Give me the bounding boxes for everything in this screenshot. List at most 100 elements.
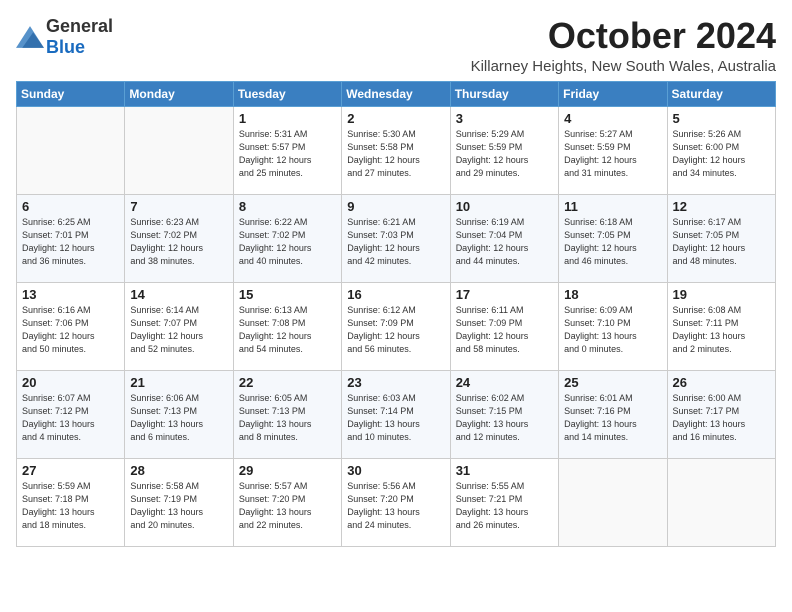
calendar-cell: 13 Sunrise: 6:16 AM Sunset: 7:06 PM Dayli… — [17, 282, 125, 370]
day-number: 16 — [347, 287, 444, 302]
day-number: 7 — [130, 199, 227, 214]
day-number: 3 — [456, 111, 553, 126]
calendar-cell: 6 Sunrise: 6:25 AM Sunset: 7:01 PM Daylig… — [17, 194, 125, 282]
day-detail: Sunrise: 5:57 AM Sunset: 7:20 PM Dayligh… — [239, 480, 336, 532]
calendar-cell: 4Sunrise: 5:27 AM Sunset: 5:59 PM Daylig… — [559, 106, 667, 194]
day-detail: Sunrise: 6:03 AM Sunset: 7:14 PM Dayligh… — [347, 392, 444, 444]
calendar-header-wednesday: Wednesday — [342, 81, 450, 106]
day-detail: Sunrise: 6:22 AM Sunset: 7:02 PM Dayligh… — [239, 216, 336, 268]
day-detail: Sunrise: 6:23 AM Sunset: 7:02 PM Dayligh… — [130, 216, 227, 268]
day-detail: Sunrise: 6:13 AM Sunset: 7:08 PM Dayligh… — [239, 304, 336, 356]
day-number: 23 — [347, 375, 444, 390]
day-detail: Sunrise: 6:05 AM Sunset: 7:13 PM Dayligh… — [239, 392, 336, 444]
day-detail: Sunrise: 6:11 AM Sunset: 7:09 PM Dayligh… — [456, 304, 553, 356]
day-detail: Sunrise: 6:25 AM Sunset: 7:01 PM Dayligh… — [22, 216, 119, 268]
day-detail: Sunrise: 6:18 AM Sunset: 7:05 PM Dayligh… — [564, 216, 661, 268]
calendar-cell: 23 Sunrise: 6:03 AM Sunset: 7:14 PM Dayli… — [342, 370, 450, 458]
day-detail: Sunrise: 6:01 AM Sunset: 7:16 PM Dayligh… — [564, 392, 661, 444]
calendar-cell: 27 Sunrise: 5:59 AM Sunset: 7:18 PM Dayli… — [17, 458, 125, 546]
calendar-week-2: 6 Sunrise: 6:25 AM Sunset: 7:01 PM Daylig… — [17, 194, 776, 282]
day-number: 2 — [347, 111, 444, 126]
calendar-header-thursday: Thursday — [450, 81, 558, 106]
day-detail: Sunrise: 6:14 AM Sunset: 7:07 PM Dayligh… — [130, 304, 227, 356]
day-detail: Sunrise: 5:55 AM Sunset: 7:21 PM Dayligh… — [456, 480, 553, 532]
calendar-week-3: 13 Sunrise: 6:16 AM Sunset: 7:06 PM Dayli… — [17, 282, 776, 370]
calendar-header-row: SundayMondayTuesdayWednesdayThursdayFrid… — [17, 81, 776, 106]
calendar-cell — [559, 458, 667, 546]
day-number: 14 — [130, 287, 227, 302]
day-number: 21 — [130, 375, 227, 390]
calendar-cell: 1 Sunrise: 5:31 AM Sunset: 5:57 PM Daylig… — [233, 106, 341, 194]
calendar-cell: 17 Sunrise: 6:11 AM Sunset: 7:09 PM Dayli… — [450, 282, 558, 370]
header: General Blue October 2024 Killarney Heig… — [16, 16, 776, 75]
day-number: 5 — [673, 111, 770, 126]
day-number: 10 — [456, 199, 553, 214]
logo-icon — [16, 26, 44, 48]
day-number: 6 — [22, 199, 119, 214]
day-detail: Sunrise: 5:26 AM Sunset: 6:00 PM Dayligh… — [673, 128, 770, 180]
calendar-cell: 11Sunrise: 6:18 AM Sunset: 7:05 PM Dayli… — [559, 194, 667, 282]
day-number: 29 — [239, 463, 336, 478]
day-number: 1 — [239, 111, 336, 126]
day-number: 25 — [564, 375, 661, 390]
calendar-cell: 16Sunrise: 6:12 AM Sunset: 7:09 PM Dayli… — [342, 282, 450, 370]
calendar-cell — [667, 458, 775, 546]
calendar-cell: 5 Sunrise: 5:26 AM Sunset: 6:00 PM Daylig… — [667, 106, 775, 194]
title-block: October 2024 Killarney Heights, New Sout… — [471, 16, 776, 75]
day-number: 12 — [673, 199, 770, 214]
calendar-cell: 9Sunrise: 6:21 AM Sunset: 7:03 PM Daylig… — [342, 194, 450, 282]
day-detail: Sunrise: 6:06 AM Sunset: 7:13 PM Dayligh… — [130, 392, 227, 444]
day-detail: Sunrise: 5:30 AM Sunset: 5:58 PM Dayligh… — [347, 128, 444, 180]
day-detail: Sunrise: 6:08 AM Sunset: 7:11 PM Dayligh… — [673, 304, 770, 356]
calendar-cell: 10 Sunrise: 6:19 AM Sunset: 7:04 PM Dayli… — [450, 194, 558, 282]
calendar-cell: 7 Sunrise: 6:23 AM Sunset: 7:02 PM Daylig… — [125, 194, 233, 282]
day-number: 17 — [456, 287, 553, 302]
logo-general: General — [46, 16, 113, 37]
day-detail: Sunrise: 5:59 AM Sunset: 7:18 PM Dayligh… — [22, 480, 119, 532]
calendar-header-sunday: Sunday — [17, 81, 125, 106]
day-number: 18 — [564, 287, 661, 302]
calendar: SundayMondayTuesdayWednesdayThursdayFrid… — [16, 81, 776, 547]
day-number: 4 — [564, 111, 661, 126]
calendar-cell: 30 Sunrise: 5:56 AM Sunset: 7:20 PM Dayli… — [342, 458, 450, 546]
calendar-week-5: 27 Sunrise: 5:59 AM Sunset: 7:18 PM Dayli… — [17, 458, 776, 546]
calendar-cell: 2 Sunrise: 5:30 AM Sunset: 5:58 PM Daylig… — [342, 106, 450, 194]
day-number: 27 — [22, 463, 119, 478]
calendar-header-saturday: Saturday — [667, 81, 775, 106]
location: Killarney Heights, New South Wales, Aust… — [471, 58, 776, 75]
day-number: 13 — [22, 287, 119, 302]
day-number: 8 — [239, 199, 336, 214]
calendar-cell: 29 Sunrise: 5:57 AM Sunset: 7:20 PM Dayli… — [233, 458, 341, 546]
calendar-cell: 26 Sunrise: 6:00 AM Sunset: 7:17 PM Dayli… — [667, 370, 775, 458]
day-detail: Sunrise: 5:58 AM Sunset: 7:19 PM Dayligh… — [130, 480, 227, 532]
calendar-cell: 24Sunrise: 6:02 AM Sunset: 7:15 PM Dayli… — [450, 370, 558, 458]
day-detail: Sunrise: 6:16 AM Sunset: 7:06 PM Dayligh… — [22, 304, 119, 356]
day-detail: Sunrise: 6:00 AM Sunset: 7:17 PM Dayligh… — [673, 392, 770, 444]
day-number: 30 — [347, 463, 444, 478]
calendar-cell: 28 Sunrise: 5:58 AM Sunset: 7:19 PM Dayli… — [125, 458, 233, 546]
day-number: 28 — [130, 463, 227, 478]
calendar-cell: 18Sunrise: 6:09 AM Sunset: 7:10 PM Dayli… — [559, 282, 667, 370]
month-title: October 2024 — [471, 16, 776, 56]
day-detail: Sunrise: 5:29 AM Sunset: 5:59 PM Dayligh… — [456, 128, 553, 180]
day-detail: Sunrise: 5:56 AM Sunset: 7:20 PM Dayligh… — [347, 480, 444, 532]
day-detail: Sunrise: 6:19 AM Sunset: 7:04 PM Dayligh… — [456, 216, 553, 268]
calendar-cell: 22Sunrise: 6:05 AM Sunset: 7:13 PM Dayli… — [233, 370, 341, 458]
day-detail: Sunrise: 6:02 AM Sunset: 7:15 PM Dayligh… — [456, 392, 553, 444]
calendar-cell: 15 Sunrise: 6:13 AM Sunset: 7:08 PM Dayli… — [233, 282, 341, 370]
calendar-cell: 19 Sunrise: 6:08 AM Sunset: 7:11 PM Dayli… — [667, 282, 775, 370]
calendar-week-1: 1 Sunrise: 5:31 AM Sunset: 5:57 PM Daylig… — [17, 106, 776, 194]
day-number: 26 — [673, 375, 770, 390]
calendar-cell: 31 Sunrise: 5:55 AM Sunset: 7:21 PM Dayli… — [450, 458, 558, 546]
day-detail: Sunrise: 6:07 AM Sunset: 7:12 PM Dayligh… — [22, 392, 119, 444]
day-number: 31 — [456, 463, 553, 478]
day-number: 15 — [239, 287, 336, 302]
calendar-cell: 8 Sunrise: 6:22 AM Sunset: 7:02 PM Daylig… — [233, 194, 341, 282]
calendar-cell — [125, 106, 233, 194]
calendar-week-4: 20Sunrise: 6:07 AM Sunset: 7:12 PM Dayli… — [17, 370, 776, 458]
day-number: 19 — [673, 287, 770, 302]
day-detail: Sunrise: 5:31 AM Sunset: 5:57 PM Dayligh… — [239, 128, 336, 180]
calendar-cell: 3 Sunrise: 5:29 AM Sunset: 5:59 PM Daylig… — [450, 106, 558, 194]
day-detail: Sunrise: 6:17 AM Sunset: 7:05 PM Dayligh… — [673, 216, 770, 268]
calendar-header-friday: Friday — [559, 81, 667, 106]
